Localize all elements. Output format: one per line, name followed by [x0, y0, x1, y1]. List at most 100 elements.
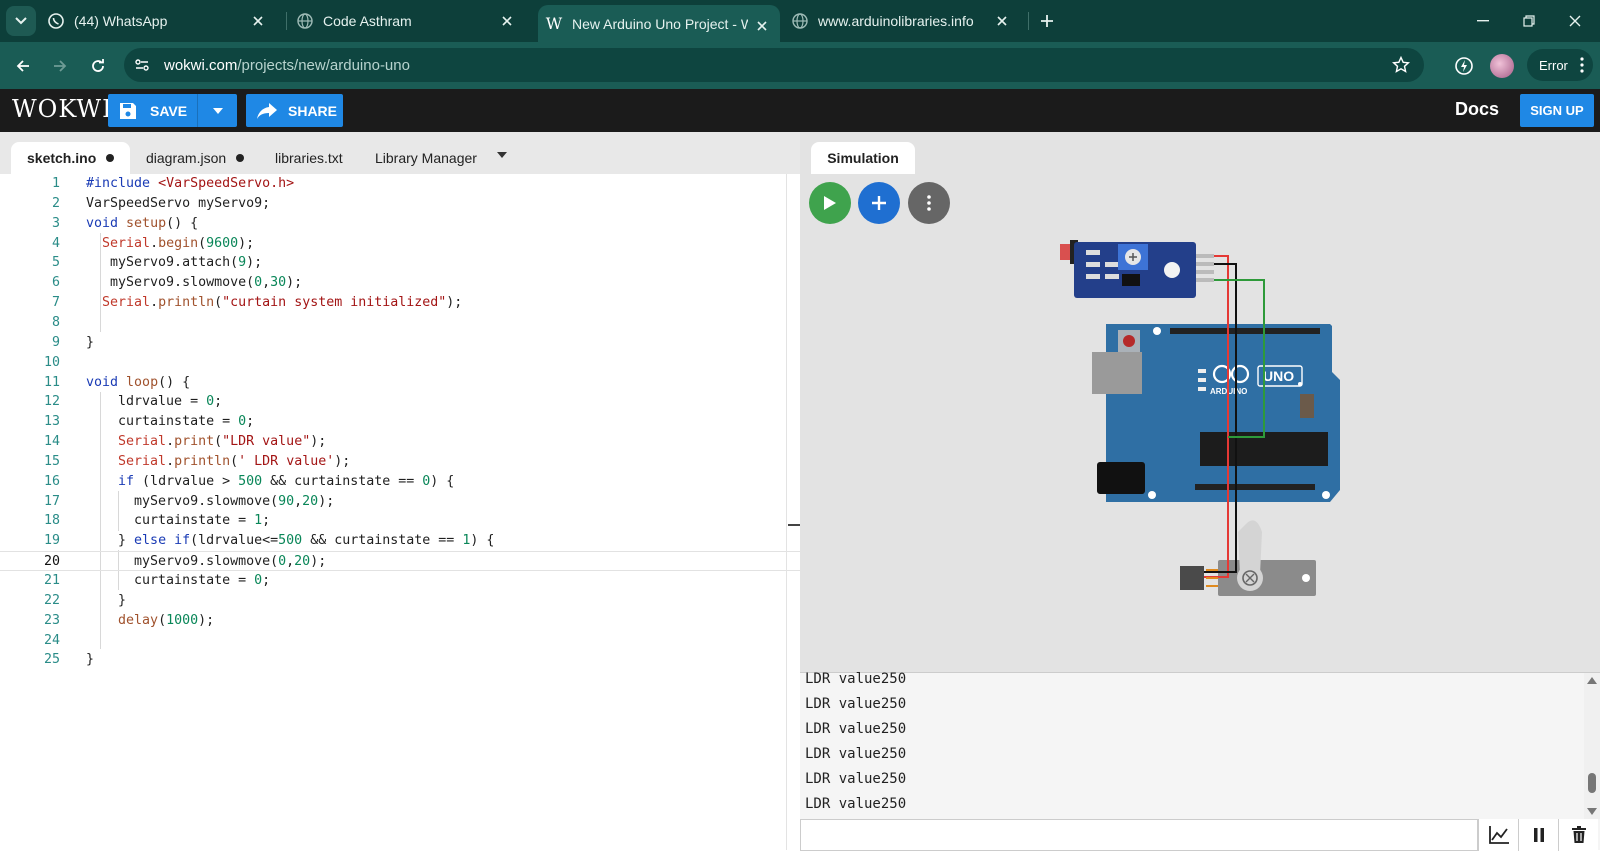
line-number: 13 [43, 414, 60, 430]
pause-button[interactable] [1518, 819, 1558, 851]
wokwi-logo[interactable]: WOKWI [12, 95, 113, 123]
line-number: 23 [43, 612, 60, 628]
restore-button[interactable] [1506, 0, 1552, 42]
close-icon[interactable] [499, 13, 515, 29]
code-area[interactable]: 1 #include <VarSpeedServo.h> 2 VarSpeedServ… [0, 174, 800, 850]
more-options-button[interactable] [908, 182, 950, 224]
tab-library-manager[interactable]: Library Manager [359, 142, 493, 174]
profile-avatar[interactable] [1490, 54, 1514, 78]
code-line[interactable]: 7 Serial.println("curtain system initial… [0, 293, 800, 313]
serial-output-line: LDR value250 [805, 771, 907, 787]
browser-tab-bar: (44) WhatsApp Code Asthram W New Arduino… [0, 0, 1600, 42]
share-button[interactable]: SHARE [246, 94, 343, 127]
bookmark-star-icon[interactable] [1392, 56, 1410, 74]
play-icon [824, 196, 836, 210]
new-tab-button[interactable] [1036, 10, 1058, 32]
code-line[interactable]: 3 void setup() { [0, 214, 800, 234]
overview-ruler-marker [788, 524, 800, 526]
close-icon[interactable] [250, 13, 266, 29]
code-line[interactable]: 9} [0, 333, 800, 353]
tab-libraries-txt[interactable]: libraries.txt [259, 142, 359, 174]
close-icon[interactable] [754, 18, 770, 34]
code-line[interactable]: 4 Serial.begin(9600); [0, 234, 800, 254]
code-line[interactable]: 12 ldrvalue = 0; [0, 392, 800, 412]
close-window-button[interactable] [1552, 0, 1598, 42]
line-number: 19 [43, 533, 60, 549]
code-line[interactable]: 10 [0, 353, 800, 373]
site-settings-icon[interactable] [134, 57, 150, 73]
code-line[interactable]: 22 } [0, 591, 800, 611]
address-bar-row: wokwi.com/projects/new/arduino-uno Error [0, 42, 1600, 89]
back-button[interactable] [10, 53, 36, 79]
whatsapp-icon [48, 13, 64, 29]
add-part-button[interactable] [858, 182, 900, 224]
code-line[interactable]: 2 VarSpeedServo myServo9; [0, 194, 800, 214]
code-line[interactable]: 5 myServo9.attach(9); [0, 253, 800, 273]
code-line[interactable]: 18 curtainstate = 1; [0, 511, 800, 531]
ldr-sensor-module[interactable] [1060, 240, 1214, 298]
code-line[interactable]: 24 [0, 631, 800, 651]
line-number: 2 [51, 195, 60, 211]
browser-tab-wokwi[interactable]: W New Arduino Uno Project - Wol [538, 5, 780, 42]
code-line[interactable]: 1 #include <VarSpeedServo.h> [0, 174, 800, 194]
code-line[interactable]: 20 myServo9.slowmove(0,20); [0, 551, 800, 571]
save-options-button[interactable] [197, 94, 237, 127]
browser-tab-arduinolibraries[interactable]: www.arduinolibraries.info [792, 0, 1020, 42]
code-line[interactable]: 19 } else if(ldrvalue<=500 && curtainsta… [0, 531, 800, 551]
tab-label: diagram.json [146, 150, 227, 166]
scroll-up-icon[interactable] [1587, 677, 1597, 684]
code-line[interactable]: 17 myServo9.slowmove(90,20); [0, 492, 800, 512]
tab-simulation[interactable]: Simulation [811, 142, 915, 174]
plus-icon [1041, 15, 1053, 27]
url-host: wokwi.com [164, 57, 238, 74]
code-line[interactable]: 15 Serial.println(' LDR value'); [0, 452, 800, 472]
arrow-left-icon [16, 60, 29, 72]
browser-tab-whatsapp[interactable]: (44) WhatsApp [48, 0, 276, 42]
start-simulation-button[interactable] [809, 182, 851, 224]
tab-label: (44) WhatsApp [74, 13, 168, 29]
signup-button[interactable]: SIGN UP [1520, 94, 1594, 127]
code-text: myServo9.slowmove(0,20); [86, 554, 327, 570]
error-label: Error [1539, 57, 1568, 73]
code-line[interactable]: 14 Serial.print("LDR value"); [0, 432, 800, 452]
save-button[interactable]: SAVE [108, 94, 237, 127]
tab-sketch-ino[interactable]: sketch.ino [11, 142, 131, 174]
browser-tab-code-asthram[interactable]: Code Asthram [297, 0, 525, 42]
close-icon[interactable] [994, 13, 1010, 29]
code-line[interactable]: 16 if (ldrvalue > 500 && curtainstate ==… [0, 472, 800, 492]
clear-button[interactable] [1558, 819, 1598, 851]
extension-button[interactable] [1452, 54, 1476, 78]
code-line[interactable]: 25} [0, 650, 800, 670]
code-line[interactable]: 13 curtainstate = 0; [0, 412, 800, 432]
scroll-thumb[interactable] [1588, 773, 1596, 793]
serial-input-field[interactable] [800, 819, 1478, 851]
url-bar[interactable]: wokwi.com/projects/new/arduino-uno [124, 48, 1424, 82]
code-text: } [86, 334, 95, 350]
serial-scrollbar[interactable] [1584, 673, 1600, 819]
code-line[interactable]: 21 curtainstate = 0; [0, 571, 800, 591]
profile-error-button[interactable]: Error [1527, 49, 1593, 81]
minimize-button[interactable] [1460, 0, 1506, 42]
code-text: #include <VarSpeedServo.h> [86, 176, 295, 191]
code-text: Serial.println(' LDR value'); [118, 453, 351, 469]
circuit-canvas[interactable]: UNO ARDUINO [800, 232, 1600, 672]
docs-link[interactable]: Docs [1455, 99, 1499, 120]
tab-label: libraries.txt [275, 150, 343, 166]
forward-button[interactable] [47, 53, 73, 79]
tab-diagram-json[interactable]: diagram.json [130, 142, 260, 174]
code-text: } else if(ldrvalue<=500 && curtainstate … [86, 533, 495, 549]
code-line[interactable]: 6 myServo9.slowmove(0,30); [0, 273, 800, 293]
code-line[interactable]: 11 void loop() { [0, 373, 800, 393]
code-line[interactable]: 8 [0, 313, 800, 333]
line-number: 25 [43, 652, 60, 668]
code-line[interactable]: 23 delay(1000); [0, 611, 800, 631]
line-number: 7 [51, 295, 60, 311]
tabs-menu-caret-icon[interactable] [497, 152, 507, 158]
plotter-button[interactable] [1478, 819, 1518, 851]
tab-search-button[interactable] [6, 6, 36, 36]
close-icon [1569, 15, 1581, 27]
reload-button[interactable] [85, 53, 111, 79]
arduino-uno-board[interactable]: UNO ARDUINO [1092, 324, 1340, 502]
scroll-down-icon[interactable] [1587, 808, 1597, 815]
servo-motor[interactable] [1180, 520, 1316, 596]
